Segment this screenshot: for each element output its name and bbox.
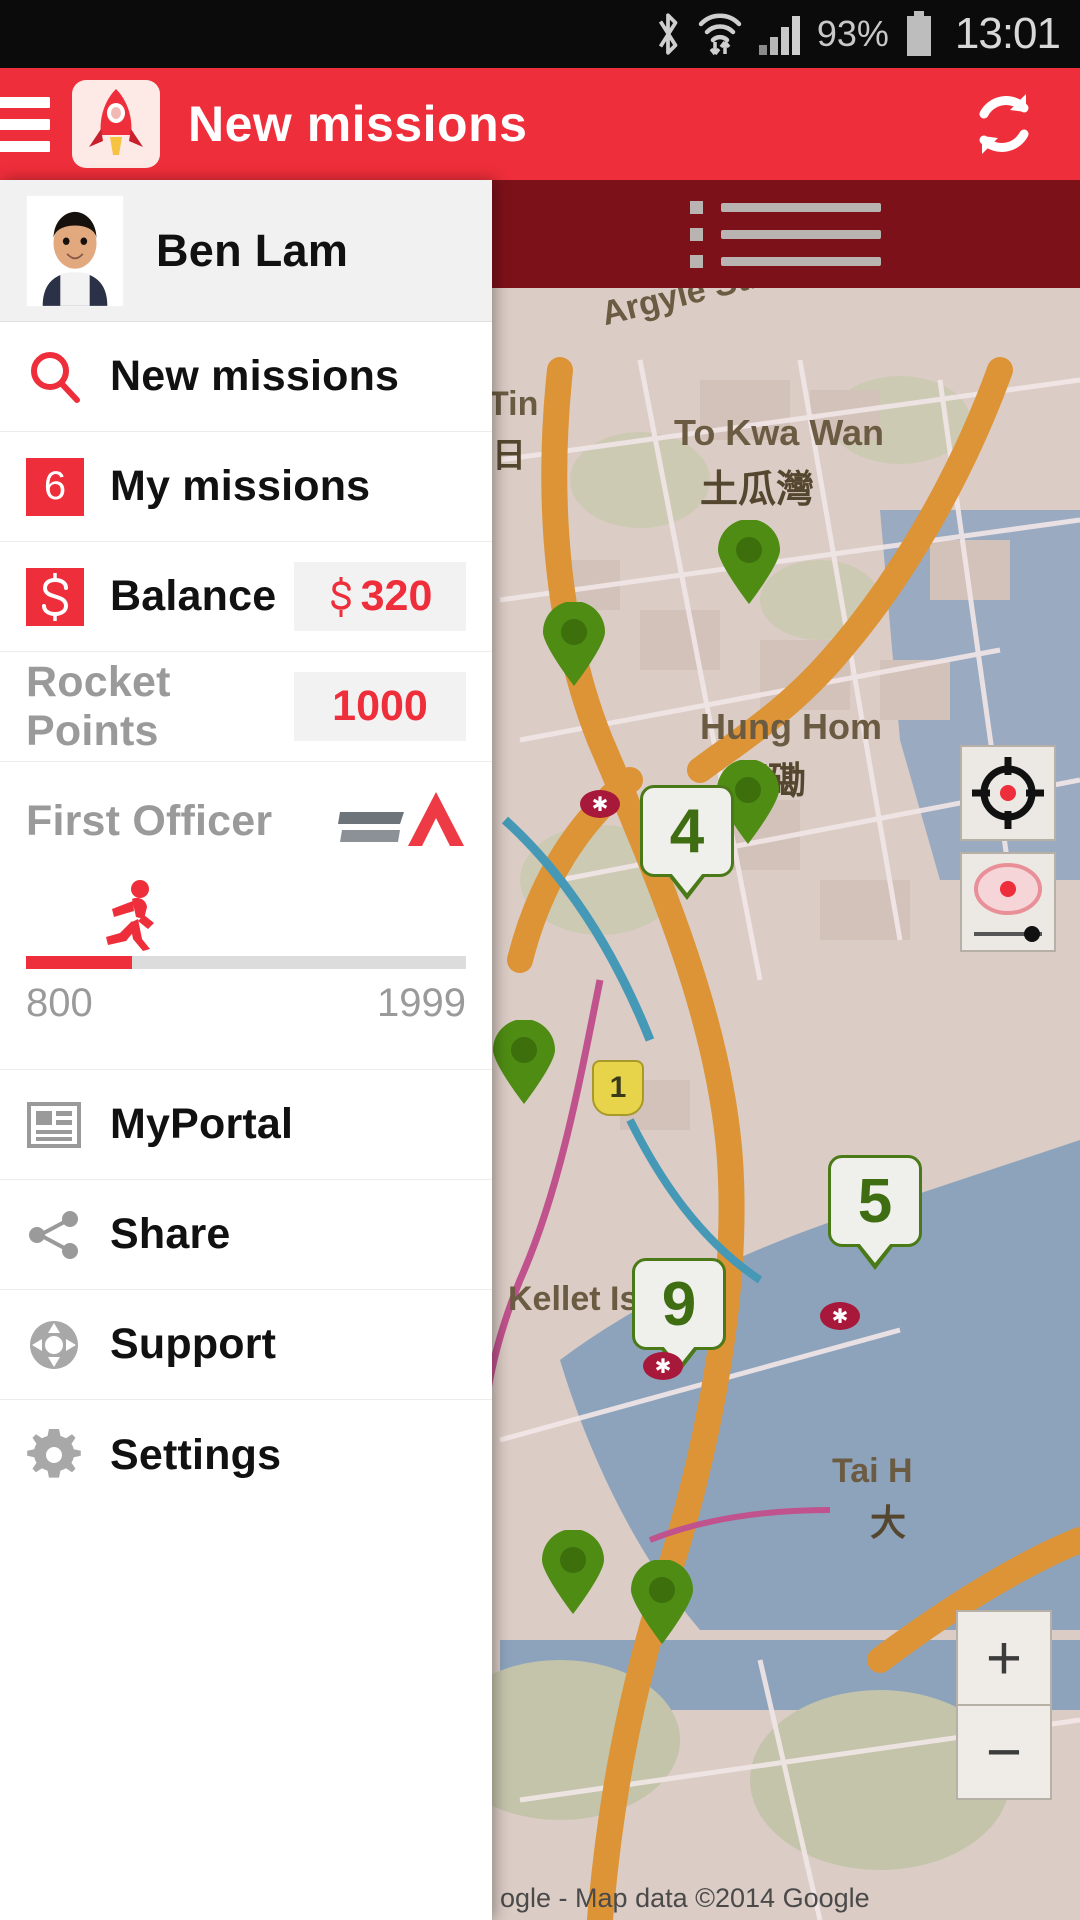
sidebar-item-label: Balance	[110, 572, 277, 620]
progress-labels: 800 1999	[26, 969, 466, 1026]
zoom-controls[interactable]: + −	[956, 1610, 1052, 1800]
mtr-station-icon: ✱	[643, 1352, 683, 1380]
route-shield: 1	[592, 1060, 644, 1116]
sidebar-item-rocket-points[interactable]: Rocket Points 1000	[0, 652, 492, 762]
sidebar-item-label: Support	[110, 1320, 277, 1368]
rank-progress: 800 1999	[0, 880, 492, 1026]
crosshair-target-icon[interactable]	[960, 745, 1056, 841]
search-icon	[26, 348, 88, 406]
refresh-icon[interactable]	[962, 82, 1046, 166]
wifi-icon	[697, 10, 743, 58]
mtr-station-icon: ✱	[820, 1302, 860, 1330]
avatar	[26, 194, 124, 307]
missions-count-badge: 6	[26, 457, 88, 516]
battery-percent-label: 93%	[816, 13, 889, 54]
map-pin[interactable]	[540, 1530, 606, 1616]
badge-count-label: 6	[26, 457, 84, 516]
app-screen: 93% 13:01 New missions Argyle Str Tin 日 …	[0, 0, 1080, 1920]
progress-min-label: 800	[26, 981, 93, 1025]
sidebar-item-myportal[interactable]: MyPortal	[0, 1070, 492, 1180]
sidebar-item-new-missions[interactable]: New missions	[0, 322, 492, 432]
rocket-logo-icon	[72, 80, 160, 168]
sidebar-item-balance[interactable]: Balance 320	[0, 542, 492, 652]
battery-icon	[903, 10, 935, 58]
progress-track	[26, 956, 466, 969]
sidebar-item-my-missions[interactable]: 6 My missions	[0, 432, 492, 542]
map-label: To Kwa Wan	[674, 412, 884, 453]
map-pin[interactable]	[716, 520, 782, 606]
rocket-points-value: 1000	[294, 672, 466, 741]
radius-slider-icon[interactable]	[960, 852, 1056, 952]
list-view-icon	[689, 200, 881, 268]
map-label: Tin	[488, 385, 539, 423]
balance-value: 320	[294, 562, 466, 631]
progress-marker	[26, 880, 466, 956]
status-bar: 93% 13:01	[0, 0, 1080, 68]
sidebar-item-settings[interactable]: Settings	[0, 1400, 492, 1510]
map-pin[interactable]	[629, 1560, 695, 1646]
gear-icon	[26, 1427, 88, 1483]
rank-chevron-icon	[338, 788, 466, 854]
drawer-profile-header[interactable]: Ben Lam	[0, 180, 492, 322]
sidebar-item-rank[interactable]: First Officer	[0, 762, 492, 880]
drawer-divider	[0, 1026, 492, 1070]
map-cluster[interactable]: 4	[640, 785, 734, 877]
sidebar-item-label: MyPortal	[110, 1100, 294, 1148]
running-man-icon	[102, 879, 162, 956]
map-label: 日	[492, 437, 526, 475]
sidebar-item-share[interactable]: Share	[0, 1180, 492, 1290]
map-pin[interactable]	[541, 602, 607, 688]
map-attribution: ogle - Map data ©2014 Google	[500, 1883, 870, 1913]
map-label: 土瓜灣	[700, 469, 815, 511]
sidebar-item-label: My missions	[110, 462, 371, 510]
page-title: New missions	[188, 96, 528, 152]
lifebuoy-icon	[26, 1317, 88, 1373]
map-cluster[interactable]: 5	[828, 1155, 922, 1247]
balance-amount: 320	[360, 572, 433, 620]
progress-fill	[26, 956, 132, 969]
profile-name: Ben Lam	[156, 224, 349, 276]
map-label: Tai H	[832, 1452, 913, 1490]
rank-label: First Officer	[26, 796, 273, 845]
article-icon	[26, 1097, 88, 1153]
zoom-in-button[interactable]: +	[958, 1612, 1050, 1704]
sidebar-item-support[interactable]: Support	[0, 1290, 492, 1400]
dollar-icon	[26, 567, 88, 626]
sidebar-item-label: Rocket Points	[26, 657, 171, 755]
sidebar-item-label: New missions	[110, 352, 400, 400]
navigation-drawer: Ben Lam New missions 6 My missions Balan…	[0, 180, 492, 1920]
bluetooth-icon	[653, 10, 683, 58]
map-label: Hung Hom	[700, 706, 882, 747]
signal-icon	[757, 11, 803, 57]
dollar-glyph	[26, 567, 84, 626]
map-label: 大	[870, 1502, 907, 1543]
hamburger-icon[interactable]	[0, 96, 50, 152]
map-list-toggle[interactable]	[490, 180, 1080, 288]
mtr-station-icon: ✱	[580, 790, 620, 818]
map-pin[interactable]	[491, 1020, 557, 1106]
map-cluster[interactable]: 9	[632, 1258, 726, 1350]
clock-label: 13:01	[954, 9, 1061, 58]
zoom-out-button[interactable]: −	[958, 1706, 1050, 1798]
progress-max-label: 1999	[377, 981, 466, 1025]
dollar-sign-icon	[330, 576, 351, 617]
share-icon	[26, 1207, 88, 1263]
app-bar: New missions	[0, 68, 1080, 180]
sidebar-item-label: Settings	[110, 1430, 282, 1479]
sidebar-item-label: Share	[110, 1210, 231, 1258]
